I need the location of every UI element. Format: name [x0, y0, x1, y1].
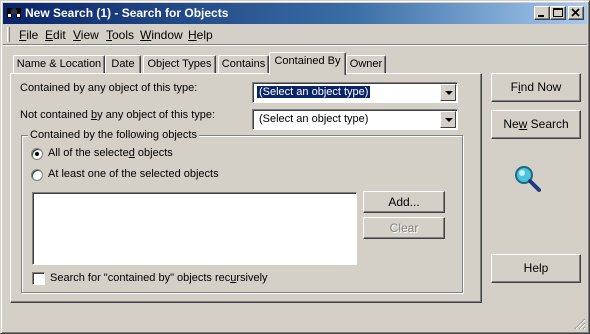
close-button[interactable] [568, 6, 584, 20]
tab-object-types[interactable]: Object Types [143, 55, 216, 74]
menu-window[interactable]: Window [140, 28, 183, 42]
contained-by-type-value: (Select an object type) [255, 85, 372, 99]
add-button[interactable]: Add... [363, 191, 445, 213]
contained-by-label: Contained by any object of this type: [20, 82, 198, 94]
new-search-button[interactable]: New Search [491, 110, 581, 139]
maximize-icon [553, 8, 563, 17]
radio-at-least-one[interactable] [31, 169, 43, 181]
resize-grip-icon[interactable] [574, 318, 586, 330]
title-bar[interactable]: New Search (1) - Search for Objects [3, 3, 587, 24]
minimize-button[interactable] [534, 6, 550, 20]
menu-grip[interactable] [7, 27, 10, 42]
binoculars-icon [7, 8, 21, 18]
maximize-button[interactable] [550, 6, 566, 20]
tab-contained-by[interactable]: Contained By [269, 52, 346, 75]
menu-view[interactable]: View [73, 28, 99, 42]
tab-date[interactable]: Date [105, 55, 141, 74]
not-contained-by-type-select[interactable]: (Select an object type) [252, 109, 458, 130]
tab-name-location[interactable]: Name & Location [13, 55, 105, 74]
tab-contains[interactable]: Contains [218, 55, 269, 74]
clear-button[interactable]: Clear [363, 217, 445, 239]
chevron-down-icon[interactable] [440, 111, 456, 128]
group-title: Contained by the following objects [28, 129, 199, 141]
recursive-label[interactable]: Search for "contained by" objects recurs… [50, 272, 268, 284]
search-window: New Search (1) - Search for Objects File… [0, 0, 590, 334]
menu-help[interactable]: Help [188, 28, 213, 42]
contained-by-type-select[interactable]: (Select an object type) [252, 82, 458, 103]
close-icon [571, 8, 580, 17]
selected-objects-list[interactable] [32, 192, 357, 265]
window-title: New Search (1) - Search for Objects [25, 6, 229, 20]
tab-owner[interactable]: Owner [346, 55, 386, 74]
not-contained-by-type-value: (Select an object type) [259, 113, 369, 125]
menu-bar: File Edit View Tools Window Help [3, 25, 587, 45]
radio-all-label[interactable]: All of the selected objects [48, 147, 173, 159]
contained-by-objects-group: Contained by the following objects All o… [21, 129, 463, 293]
menu-edit[interactable]: Edit [45, 28, 66, 42]
menu-file[interactable]: File [19, 28, 38, 42]
find-now-button[interactable]: Find Now [491, 73, 581, 102]
minimize-icon [538, 15, 544, 17]
not-contained-by-label: Not contained by any object of this type… [20, 109, 216, 121]
magnifier-icon [515, 166, 541, 192]
radio-all-selected[interactable] [31, 148, 43, 160]
recursive-checkbox[interactable] [32, 272, 45, 285]
menu-tools[interactable]: Tools [106, 28, 134, 42]
help-button[interactable]: Help [491, 254, 581, 283]
chevron-down-icon[interactable] [440, 84, 456, 101]
contained-by-panel: Contained by any object of this type: (S… [10, 73, 482, 303]
radio-at-least-one-label[interactable]: At least one of the selected objects [48, 168, 219, 180]
